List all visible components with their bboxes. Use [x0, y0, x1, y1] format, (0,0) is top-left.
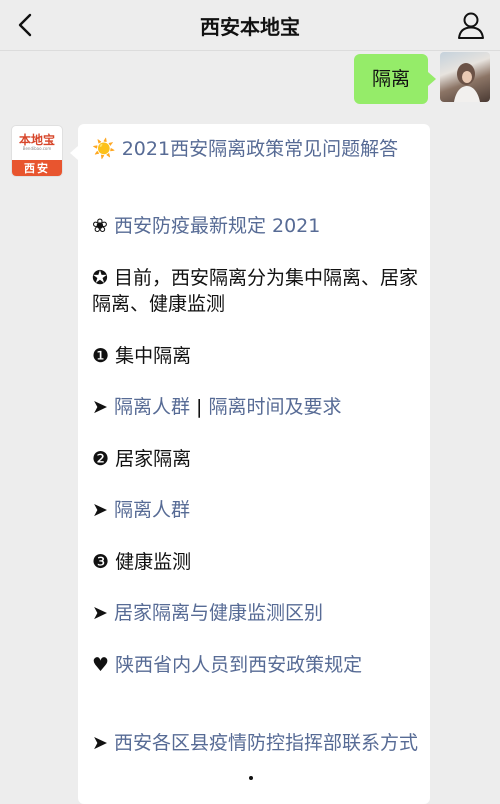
section-heading: ❶ 集中隔离 [92, 343, 418, 369]
section-heading: ❸ 健康监测 [92, 549, 418, 575]
user-avatar[interactable] [440, 52, 490, 102]
arrow-icon: ➤ [92, 732, 108, 754]
faq-link[interactable]: 2021西安隔离政策常见问题解答 [122, 138, 398, 160]
star-icon: ✪ [92, 267, 108, 289]
section-title: 集中隔离 [115, 345, 192, 367]
arrow-icon: ➤ [92, 602, 108, 624]
intro-text: ✪ 目前，西安隔离分为集中隔离、居家隔离、健康监测 [92, 265, 418, 317]
arrow-icon: ➤ [92, 499, 108, 521]
chevron-left-icon[interactable] [14, 12, 38, 38]
quarantine-people-link[interactable]: 隔离人群 [114, 396, 190, 418]
section-title: 居家隔离 [115, 448, 192, 470]
list-item: ➤ 隔离人群 [92, 497, 418, 523]
account-avatar[interactable]: 本地宝 Bendibao.com 西安 [12, 126, 62, 176]
person-icon[interactable] [456, 10, 486, 40]
separator: | [196, 396, 203, 418]
list-item: ➤ 西安各区县疫情防控指挥部联系方式 [92, 730, 418, 756]
page-title: 西安本地宝 [200, 14, 300, 39]
top-bar: 西安本地宝 [0, 0, 500, 51]
arrow-icon: ➤ [92, 396, 108, 418]
list-item: ♥ 陕西省内人员到西安政策规定 [92, 652, 418, 678]
account-logo-area: 本地宝 Bendibao.com [12, 126, 62, 160]
flower-icon: ❀ [92, 215, 108, 237]
outgoing-message-bubble[interactable]: 隔离 [353, 54, 437, 104]
reply-message-card: ☀️ 2021西安隔离政策常见问题解答 ❀ 西安防疫最新规定 2021 ✪ 目前… [70, 124, 430, 804]
list-item: ➤ 居家隔离与健康监测区别 [92, 600, 418, 626]
latest-rules-link[interactable]: 西安防疫最新规定 2021 [114, 215, 320, 237]
scroll-dot [249, 776, 253, 780]
account-logo-text: 本地宝 [18, 133, 55, 147]
outgoing-message-row: 隔离 [353, 52, 490, 104]
section-heading: ❷ 居家隔离 [92, 446, 418, 472]
account-logo-url: Bendibao.com [22, 146, 52, 151]
heart-icon: ♥ [92, 654, 110, 676]
quarantine-time-link[interactable]: 隔离时间及要求 [208, 396, 341, 418]
user-photo [454, 63, 480, 102]
difference-link[interactable]: 居家隔离与健康监测区别 [114, 602, 323, 624]
number-three-icon: ❸ [92, 551, 110, 573]
number-two-icon: ❷ [92, 448, 110, 470]
sun-icon: ☀️ [92, 138, 116, 160]
shaanxi-policy-link[interactable]: 陕西省内人员到西安政策规定 [115, 654, 362, 676]
list-item: ➤ 隔离人群 | 隔离时间及要求 [92, 394, 418, 420]
section-title: 健康监测 [115, 551, 192, 573]
intro-label: 目前，西安隔离分为集中隔离、居家隔离、健康监测 [92, 267, 418, 315]
home-quarantine-people-link[interactable]: 隔离人群 [114, 499, 190, 521]
list-item: ☀️ 2021西安隔离政策常见问题解答 [92, 136, 418, 162]
list-item: ❀ 西安防疫最新规定 2021 [92, 213, 418, 239]
district-contacts-link[interactable]: 西安各区县疫情防控指挥部联系方式 [114, 732, 418, 754]
number-one-icon: ❶ [92, 345, 110, 367]
account-city-label: 西安 [12, 160, 62, 176]
